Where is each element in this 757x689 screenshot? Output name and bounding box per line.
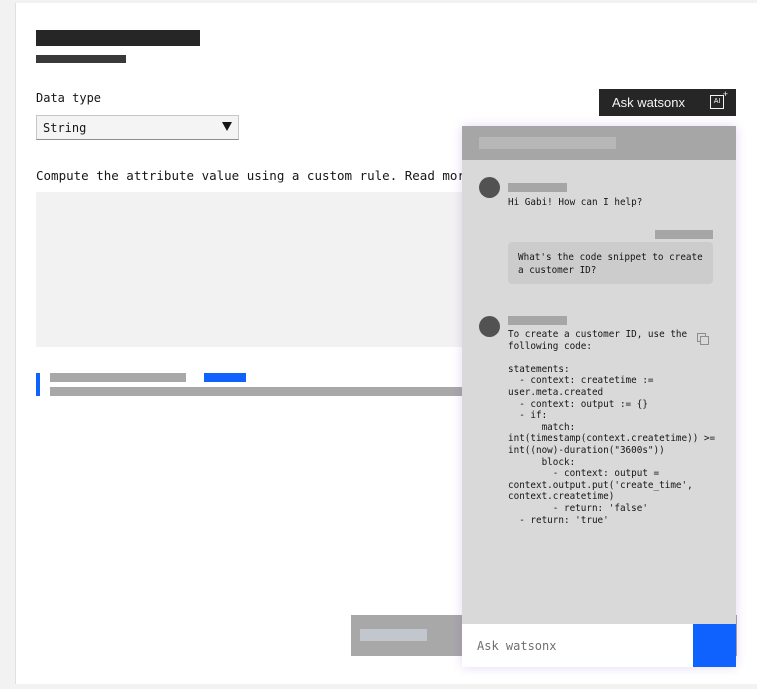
copy-icon[interactable] [697,333,709,345]
assistant-greeting: Hi Gabi! How can I help? [508,197,643,208]
assistant-name-placeholder [508,183,567,192]
notification-link-placeholder[interactable] [204,373,246,382]
assistant-answer: To create a customer ID, use the followi… [508,329,716,526]
data-type-value: String [43,120,87,135]
assistant-name-placeholder [508,316,567,325]
page-subtitle-placeholder [36,55,126,63]
ask-watsonx-label: Ask watsonx [612,95,685,110]
data-type-select[interactable]: String [36,115,239,140]
rule-code-editor[interactable] [36,192,466,347]
chat-input[interactable] [462,624,693,667]
data-type-label: Data type [36,91,102,105]
compute-description: Compute the attribute value using a cust… [36,168,473,183]
chevron-down-icon [222,122,232,131]
notification-marker [36,373,40,396]
user-name-placeholder [655,230,713,239]
notification-text-placeholder [50,387,466,396]
footer-button-label-placeholder [360,629,427,641]
ai-icon: AI [710,90,728,109]
chat-panel: Hi Gabi! How can I help? What's the code… [462,126,736,667]
send-button[interactable] [693,624,736,667]
user-message: What's the code snippet to create a cust… [508,242,713,284]
ask-watsonx-button[interactable]: Ask watsonx AI [599,89,736,116]
page-title-placeholder [36,30,200,46]
assistant-avatar [479,177,500,198]
chat-header-title-placeholder [479,137,616,149]
assistant-avatar [479,316,500,337]
chat-header [462,126,736,160]
notification-title-placeholder [50,373,186,382]
